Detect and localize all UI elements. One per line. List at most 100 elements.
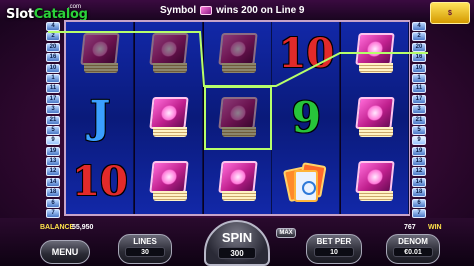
book-cover (355, 33, 395, 65)
card (294, 170, 319, 202)
balance-label: BALANCE (40, 224, 75, 231)
reel-4: 10 9 (272, 22, 341, 214)
book-cover (217, 97, 258, 129)
payline-number: 16 (412, 53, 426, 63)
symbol-j: J (66, 86, 134, 150)
book-pages (359, 127, 394, 137)
gold-coins-logo-icon: $ (430, 2, 470, 24)
lines-value: 30 (125, 247, 165, 257)
win-message-text: wins 200 on Line 9 (216, 4, 305, 16)
payline-numbers-right: 422016101111732159191312141867158 (412, 22, 428, 240)
symbol-glyph: J (89, 92, 111, 143)
symbol-book (341, 86, 409, 150)
payline-number: 7 (412, 209, 426, 219)
book-pages (359, 191, 394, 201)
bet-per-button[interactable]: BET PER 10 (306, 234, 362, 264)
cards-icon (283, 160, 328, 204)
payline-numbers-left: 422016101111732159191312141867158 (46, 22, 62, 240)
payline-number: 9 (412, 136, 426, 146)
payline-number: 4 (46, 22, 60, 31)
payline-number: 20 (46, 42, 60, 52)
spin-value: 300 (218, 247, 256, 259)
symbol-book (135, 86, 203, 150)
payline-number: 12 (412, 167, 426, 177)
book-icon (78, 31, 122, 77)
symbol-book (204, 22, 272, 86)
payline-number: 20 (412, 42, 426, 52)
payline-number: 11 (412, 84, 426, 94)
reel-5 (341, 22, 410, 214)
payline-number: 6 (412, 198, 426, 208)
payline-number: 17 (46, 94, 60, 104)
payline-number: 2 (412, 32, 426, 42)
menu-button[interactable]: MENU (40, 240, 90, 264)
payline-number: 14 (46, 177, 60, 187)
payline-number: 17 (412, 94, 426, 104)
slot-game: SlotCatalog .com Symbol wins 200 on Line… (0, 0, 474, 266)
reel-3 (203, 22, 272, 214)
symbol-10: 10 (66, 150, 134, 214)
book-pages (359, 63, 394, 73)
denom-button[interactable]: DENOM €0.01 (386, 234, 440, 264)
payline-number: 21 (46, 115, 60, 125)
book-icon (353, 159, 397, 205)
payline-number: 7 (46, 209, 60, 219)
book-cover (217, 33, 258, 65)
symbol-10: 10 (272, 22, 340, 86)
payline-number: 11 (46, 84, 60, 94)
payline-number: 16 (46, 53, 60, 63)
book-pages (84, 63, 118, 73)
max-bet-button[interactable]: MAX (276, 228, 296, 238)
payline-number: 4 (412, 22, 426, 31)
book-pages (152, 63, 187, 73)
book-pages (152, 127, 187, 137)
book-icon (147, 31, 191, 77)
book-icon (200, 5, 213, 15)
book-icon (216, 95, 260, 141)
book-icon (353, 31, 397, 77)
book-icon (216, 31, 260, 77)
symbol-9: 9 (272, 86, 340, 150)
menu-label: MENU (51, 247, 79, 257)
symbol-book (341, 22, 409, 86)
book-pages (152, 191, 187, 201)
payline-number: 18 (412, 188, 426, 198)
book-icon (147, 95, 191, 141)
payline-number: 12 (46, 167, 60, 177)
payline-number: 10 (412, 63, 426, 73)
win-message-prefix: Symbol (160, 4, 197, 16)
book-cover (149, 33, 189, 65)
denom-value: €0.01 (393, 247, 433, 257)
symbol-glyph: 9 (291, 93, 321, 142)
lines-button[interactable]: LINES 30 (118, 234, 172, 264)
payline-number: 21 (412, 115, 426, 125)
book-cover (355, 161, 395, 193)
symbol-glyph: 10 (72, 158, 128, 205)
symbol-book (204, 150, 272, 214)
payline-number: 19 (412, 146, 426, 156)
win-label: WIN (428, 224, 442, 231)
payline-number: 19 (46, 146, 60, 156)
reel-2 (134, 22, 203, 214)
bet-per-value: 10 (314, 247, 354, 257)
win-message: Symbol wins 200 on Line 9 (160, 3, 320, 17)
balance-value: 55,950 (72, 224, 94, 231)
symbol-book (135, 22, 203, 86)
denom-label: DENOM (398, 237, 428, 246)
book-cover (149, 161, 189, 193)
spin-label: SPIN (221, 230, 253, 245)
symbol-scatter (272, 150, 340, 214)
symbol-book (66, 22, 134, 86)
book-icon (147, 159, 191, 205)
payline-number: 2 (46, 32, 60, 42)
payline-number: 18 (46, 188, 60, 198)
reel-area: J 10 10 9 (64, 20, 410, 216)
payline-number: 3 (412, 105, 426, 115)
payline-number: 9 (46, 136, 60, 146)
reel-1: J 10 (66, 22, 134, 214)
logo-com: .com (68, 4, 82, 10)
symbol-book (203, 86, 272, 150)
book-icon (353, 95, 397, 141)
payline-number: 13 (412, 157, 426, 167)
payline-number: 6 (46, 198, 60, 208)
